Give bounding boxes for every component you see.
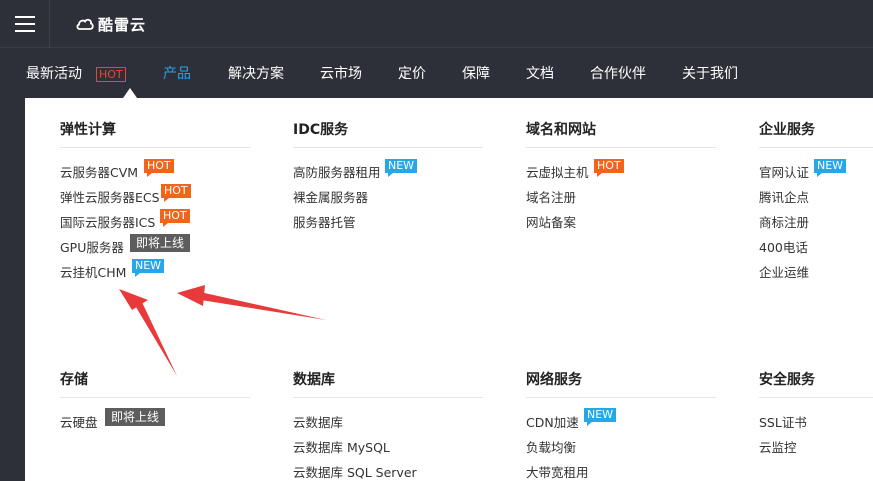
hot-badge: HOT: [594, 159, 624, 177]
menu-item-tencent-qidian[interactable]: 腾讯企点: [759, 187, 809, 205]
section-title-security-service: 安全服务: [759, 372, 815, 388]
menu-item-domain-registration[interactable]: 域名注册: [526, 187, 576, 205]
section-title-domain-website: 域名和网站: [526, 122, 596, 138]
menu-item-colocation[interactable]: 服务器托管: [293, 212, 356, 230]
menu-item-ddos-server[interactable]: 高防服务器租用: [293, 162, 381, 180]
section-divider: [60, 147, 250, 148]
section-divider: [293, 147, 483, 148]
new-badge: NEW: [385, 159, 418, 177]
nav-item-support[interactable]: 保障: [462, 49, 490, 98]
nav-item-solutions[interactable]: 解决方案: [228, 49, 284, 98]
menu-item-chm[interactable]: 云挂机CHM: [60, 262, 126, 280]
section-divider: [759, 397, 873, 398]
hot-badge: HOT: [161, 184, 191, 202]
dropdown-caret-icon: [123, 88, 137, 98]
section-divider: [526, 147, 716, 148]
menu-item-cloud-monitor[interactable]: 云监控: [759, 437, 797, 455]
menu-item-virtual-host[interactable]: 云虚拟主机: [526, 162, 589, 180]
brand-logo[interactable]: 酷雷云: [76, 13, 146, 35]
section-title-database: 数据库: [293, 372, 335, 388]
menu-item-trademark[interactable]: 商标注册: [759, 212, 809, 230]
section-divider: [60, 397, 250, 398]
brand-name: 酷雷云: [98, 15, 147, 34]
nav-item-partners[interactable]: 合作伙伴: [590, 49, 646, 98]
menu-item-gpu-server[interactable]: GPU服务器: [60, 237, 124, 255]
menu-item-ecs[interactable]: 弹性云服务器ECS: [60, 187, 160, 205]
menu-icon[interactable]: [0, 0, 50, 48]
new-badge: NEW: [814, 159, 847, 177]
menu-item-ics[interactable]: 国际云服务器ICS: [60, 212, 155, 230]
section-title-elastic-compute: 弹性计算: [60, 122, 116, 138]
coming-soon-badge: 即将上线: [105, 408, 166, 426]
menu-item-enterprise-ops[interactable]: 企业运维: [759, 262, 809, 280]
nav-hot-badge: HOT: [96, 67, 126, 82]
menu-item-ssl-cert[interactable]: SSL证书: [759, 412, 807, 430]
nav-item-products[interactable]: 产品: [163, 49, 191, 98]
coming-soon-badge: 即将上线: [130, 234, 191, 252]
menu-item-cloud-db-mysql[interactable]: 云数据库 MySQL: [293, 437, 390, 455]
menu-item-cdn[interactable]: CDN加速: [526, 412, 579, 430]
new-badge: NEW: [584, 408, 617, 426]
menu-item-cloud-db-sqlserver[interactable]: 云数据库 SQL Server: [293, 462, 417, 480]
section-divider: [759, 147, 873, 148]
nav-item-about[interactable]: 关于我们: [682, 49, 738, 98]
menu-item-official-cert[interactable]: 官网认证: [759, 162, 809, 180]
menu-item-cloud-db[interactable]: 云数据库: [293, 412, 343, 430]
section-title-network-service: 网络服务: [526, 372, 582, 388]
menu-item-cloud-disk[interactable]: 云硬盘: [60, 412, 98, 430]
nav-item-docs[interactable]: 文档: [526, 49, 554, 98]
menu-item-bandwidth[interactable]: 大带宽租用: [526, 462, 589, 480]
new-badge: NEW: [132, 259, 165, 277]
nav-item-latest-activity[interactable]: 最新活动: [26, 49, 82, 98]
section-title-enterprise-service: 企业服务: [759, 122, 815, 138]
cloud-logo-icon: [76, 18, 94, 30]
top-bar: 酷雷云: [0, 0, 873, 48]
menu-item-400-phone[interactable]: 400电话: [759, 237, 808, 255]
hot-badge: HOT: [144, 159, 174, 177]
hot-badge: HOT: [160, 209, 190, 227]
section-divider: [526, 397, 716, 398]
menu-item-site-filing[interactable]: 网站备案: [526, 212, 576, 230]
menu-item-cvm[interactable]: 云服务器CVM: [60, 162, 138, 180]
menu-item-bare-metal[interactable]: 裸金属服务器: [293, 187, 368, 205]
section-divider: [293, 397, 483, 398]
menu-item-load-balancer[interactable]: 负载均衡: [526, 437, 576, 455]
section-title-storage: 存储: [60, 372, 88, 388]
nav-item-cloud-market[interactable]: 云市场: [320, 49, 362, 98]
nav-item-pricing[interactable]: 定价: [398, 49, 426, 98]
section-title-idc-service: IDC服务: [293, 122, 349, 138]
